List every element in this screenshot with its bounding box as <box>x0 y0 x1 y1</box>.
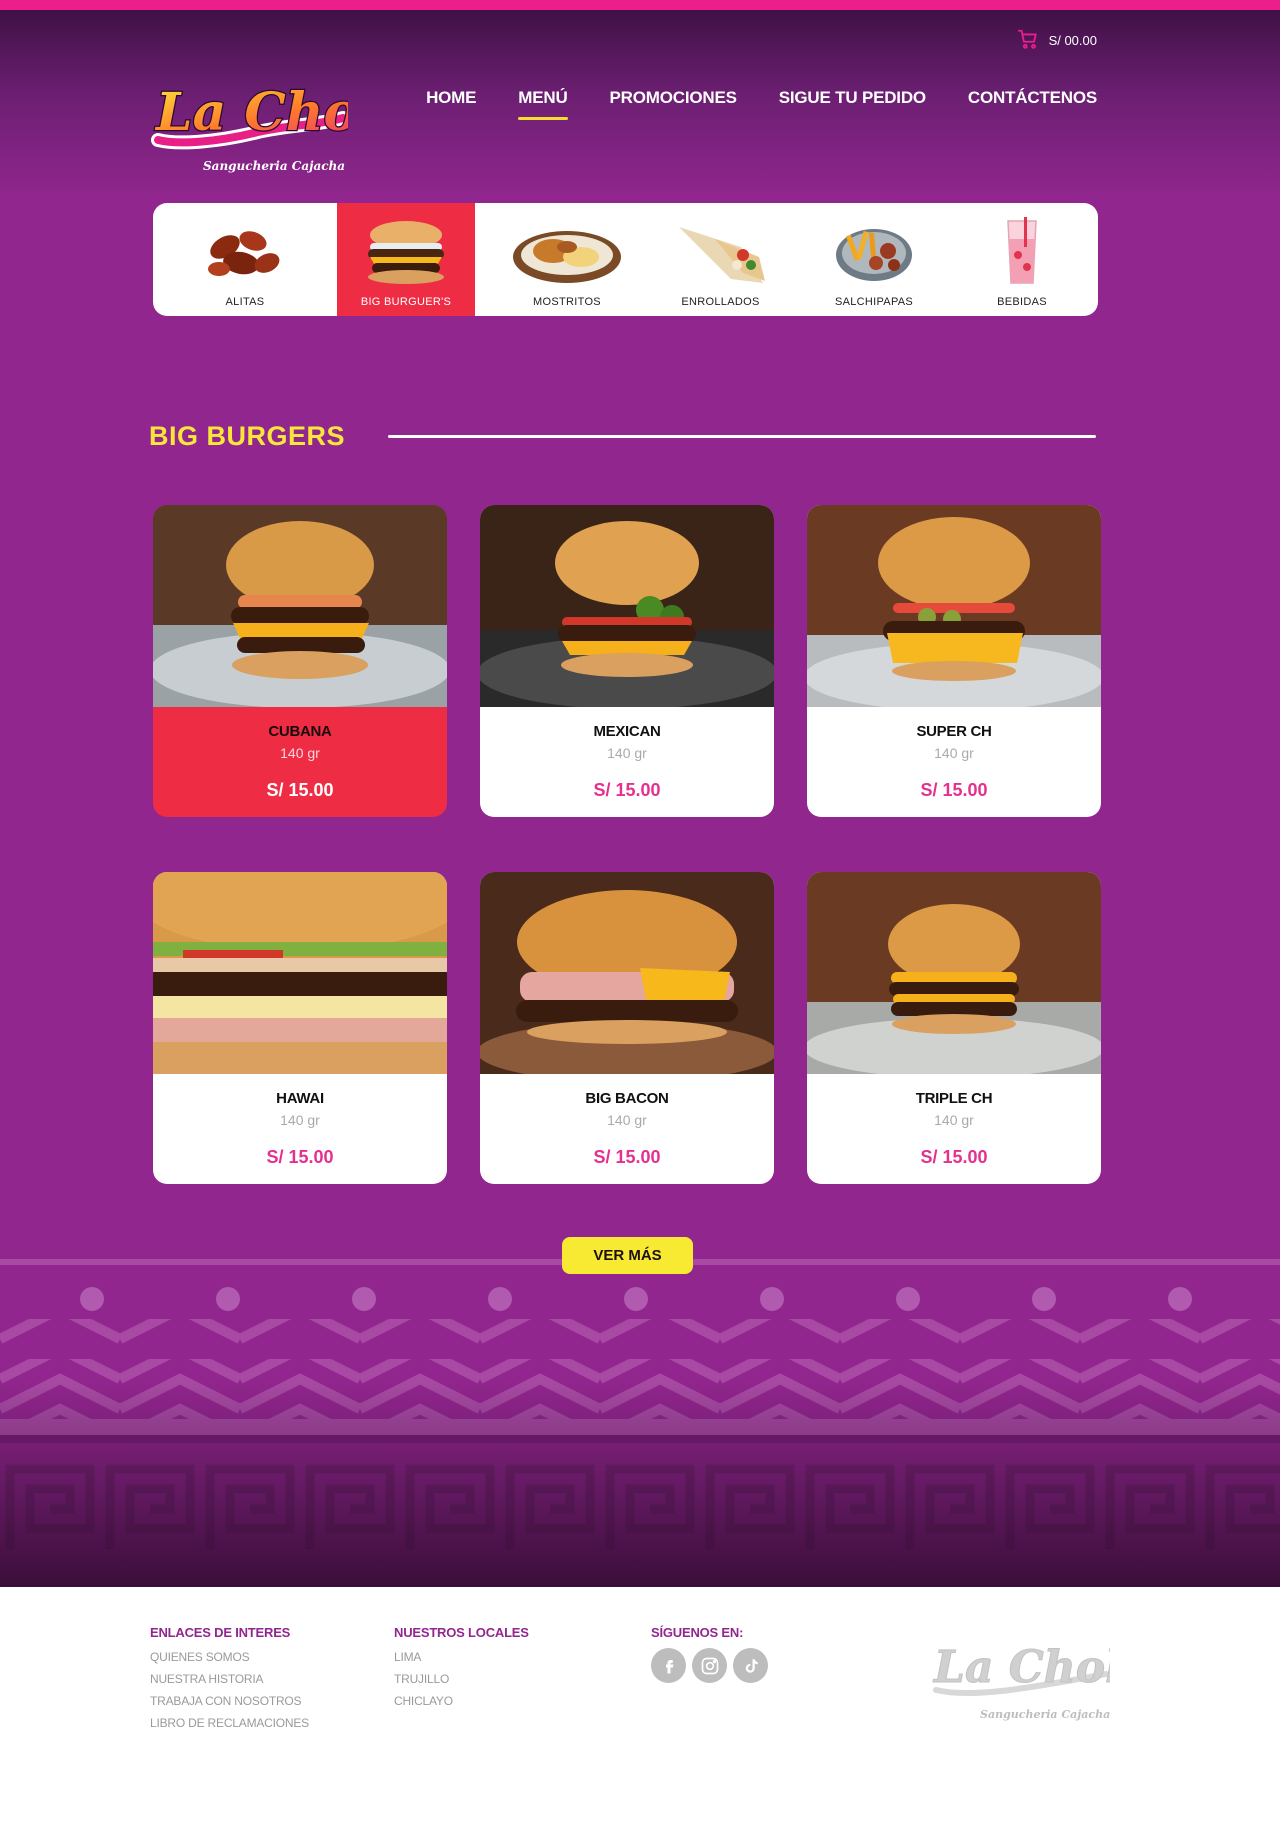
product-card[interactable]: MEXICAN 140 gr S/ 15.00 <box>480 505 774 817</box>
nav-home[interactable]: HOME <box>426 88 476 120</box>
footer-link[interactable]: NUESTRA HISTORIA <box>150 1668 309 1690</box>
cart-summary[interactable]: S/ 00.00 <box>1017 28 1097 53</box>
product-weight: 140 gr <box>934 745 974 761</box>
nav-menu[interactable]: MENÚ <box>518 88 568 120</box>
product-image <box>807 505 1101 707</box>
burger-icon <box>368 221 444 284</box>
footer-brand-logo[interactable]: La Chola Sangucheria Cajacha <box>930 1632 1111 1727</box>
plate-icon <box>513 231 621 283</box>
product-weight: 140 gr <box>607 745 647 761</box>
product-card[interactable]: CUBANA 140 gr S/ 15.00 <box>153 505 447 817</box>
product-weight: 140 gr <box>280 745 320 761</box>
footer-heading: SÍGUENOS EN: <box>651 1625 744 1640</box>
product-card[interactable]: TRIPLE CH 140 gr S/ 15.00 <box>807 872 1101 1184</box>
category-label: ALITAS <box>225 296 265 308</box>
product-price: S/ 15.00 <box>266 1147 334 1167</box>
category-label: BEBIDAS <box>997 296 1047 308</box>
product-name: BIG BACON <box>585 1090 669 1107</box>
product-name: TRIPLE CH <box>915 1090 993 1107</box>
product-name: MEXICAN <box>593 723 661 740</box>
cart-icon[interactable] <box>1017 28 1039 53</box>
footer-social-column: SÍGUENOS EN: <box>651 1625 768 1683</box>
section-title: BIG BURGERS <box>149 421 346 451</box>
product-price: S/ 15.00 <box>266 780 334 800</box>
product-price: S/ 15.00 <box>593 1147 661 1167</box>
product-image <box>480 505 774 707</box>
cart-total: S/ 00.00 <box>1048 33 1097 48</box>
brand-logo[interactable]: La Chola Sangucheria Cajacha <box>148 70 348 180</box>
product-weight: 140 gr <box>607 1112 647 1128</box>
footer-links-column: ENLACES DE INTERES QUIENES SOMOS NUESTRA… <box>150 1625 309 1734</box>
category-mostritos[interactable]: MOSTRITOS <box>475 203 659 316</box>
product-name: HAWAI <box>276 1090 324 1107</box>
footer-link[interactable]: LIMA <box>394 1646 529 1668</box>
product-price: S/ 15.00 <box>593 780 661 800</box>
ver-mas-button[interactable]: VER MÁS <box>562 1237 693 1274</box>
nav-promociones[interactable]: PROMOCIONES <box>610 88 737 120</box>
decorative-pattern <box>0 1259 1280 1587</box>
main-nav: HOME MENÚ PROMOCIONES SIGUE TU PEDIDO CO… <box>426 88 1097 120</box>
category-bar: ALITAS BIG BURGUER'S MOSTRITOS ENROLLADO… <box>153 203 1098 316</box>
product-price: S/ 15.00 <box>920 1147 988 1167</box>
product-image <box>153 872 447 1074</box>
product-card[interactable]: BIG BACON 140 gr S/ 15.00 <box>480 872 774 1184</box>
social-icons <box>651 1648 768 1683</box>
product-image <box>480 872 774 1074</box>
product-card[interactable]: HAWAI 140 gr S/ 15.00 <box>153 872 447 1184</box>
product-name: SUPER CH <box>916 723 992 740</box>
footer-link[interactable]: CHICLAYO <box>394 1690 529 1712</box>
product-weight: 140 gr <box>934 1112 974 1128</box>
footer-link[interactable]: LIBRO DE RECLAMACIONES <box>150 1712 309 1734</box>
product-price: S/ 15.00 <box>920 780 988 800</box>
footer-link[interactable]: QUIENES SOMOS <box>150 1646 309 1668</box>
category-big-burguers[interactable]: BIG BURGUER'S <box>337 203 475 316</box>
footer: ENLACES DE INTERES QUIENES SOMOS NUESTRA… <box>0 1587 1280 1826</box>
top-accent-bar <box>0 0 1280 10</box>
footer-brand-tagline: Sangucheria Cajacha <box>980 1708 1110 1721</box>
category-alitas[interactable]: ALITAS <box>153 203 337 316</box>
footer-heading: ENLACES DE INTERES <box>150 1625 291 1640</box>
fries-sausage-icon <box>836 229 912 281</box>
nav-sigue-tu-pedido[interactable]: SIGUE TU PEDIDO <box>779 88 926 120</box>
svg-text:La Chola: La Chola <box>154 82 348 143</box>
nav-contactenos[interactable]: CONTÁCTENOS <box>968 88 1097 120</box>
section-divider <box>388 435 1096 438</box>
category-enrollados[interactable]: ENROLLADOS <box>659 203 782 316</box>
footer-locations-column: NUESTROS LOCALES LIMA TRUJILLO CHICLAYO <box>394 1625 529 1712</box>
facebook-icon[interactable] <box>651 1648 686 1683</box>
drink-icon <box>1007 217 1037 284</box>
chicken-wings-icon <box>208 231 280 276</box>
svg-text:La Chola: La Chola <box>932 1642 1110 1693</box>
wrap-icon <box>678 227 765 283</box>
brand-tagline: Sangucheria Cajacha <box>203 159 345 173</box>
tiktok-icon[interactable] <box>733 1648 768 1683</box>
instagram-icon[interactable] <box>692 1648 727 1683</box>
category-label: BIG BURGUER'S <box>360 296 452 308</box>
product-card[interactable]: SUPER CH 140 gr S/ 15.00 <box>807 505 1101 817</box>
category-bebidas[interactable]: BEBIDAS <box>966 203 1078 316</box>
product-name: CUBANA <box>268 723 332 740</box>
category-label: ENROLLADOS <box>681 296 760 308</box>
footer-link[interactable]: TRABAJA CON NOSOTROS <box>150 1690 309 1712</box>
footer-link[interactable]: TRUJILLO <box>394 1668 529 1690</box>
product-image <box>153 505 447 707</box>
category-salchipapas[interactable]: SALCHIPAPAS <box>782 203 966 316</box>
footer-heading: NUESTROS LOCALES <box>394 1625 529 1640</box>
category-label: SALCHIPAPAS <box>834 296 914 308</box>
product-weight: 140 gr <box>280 1112 320 1128</box>
product-image <box>807 872 1101 1074</box>
category-label: MOSTRITOS <box>533 296 601 308</box>
